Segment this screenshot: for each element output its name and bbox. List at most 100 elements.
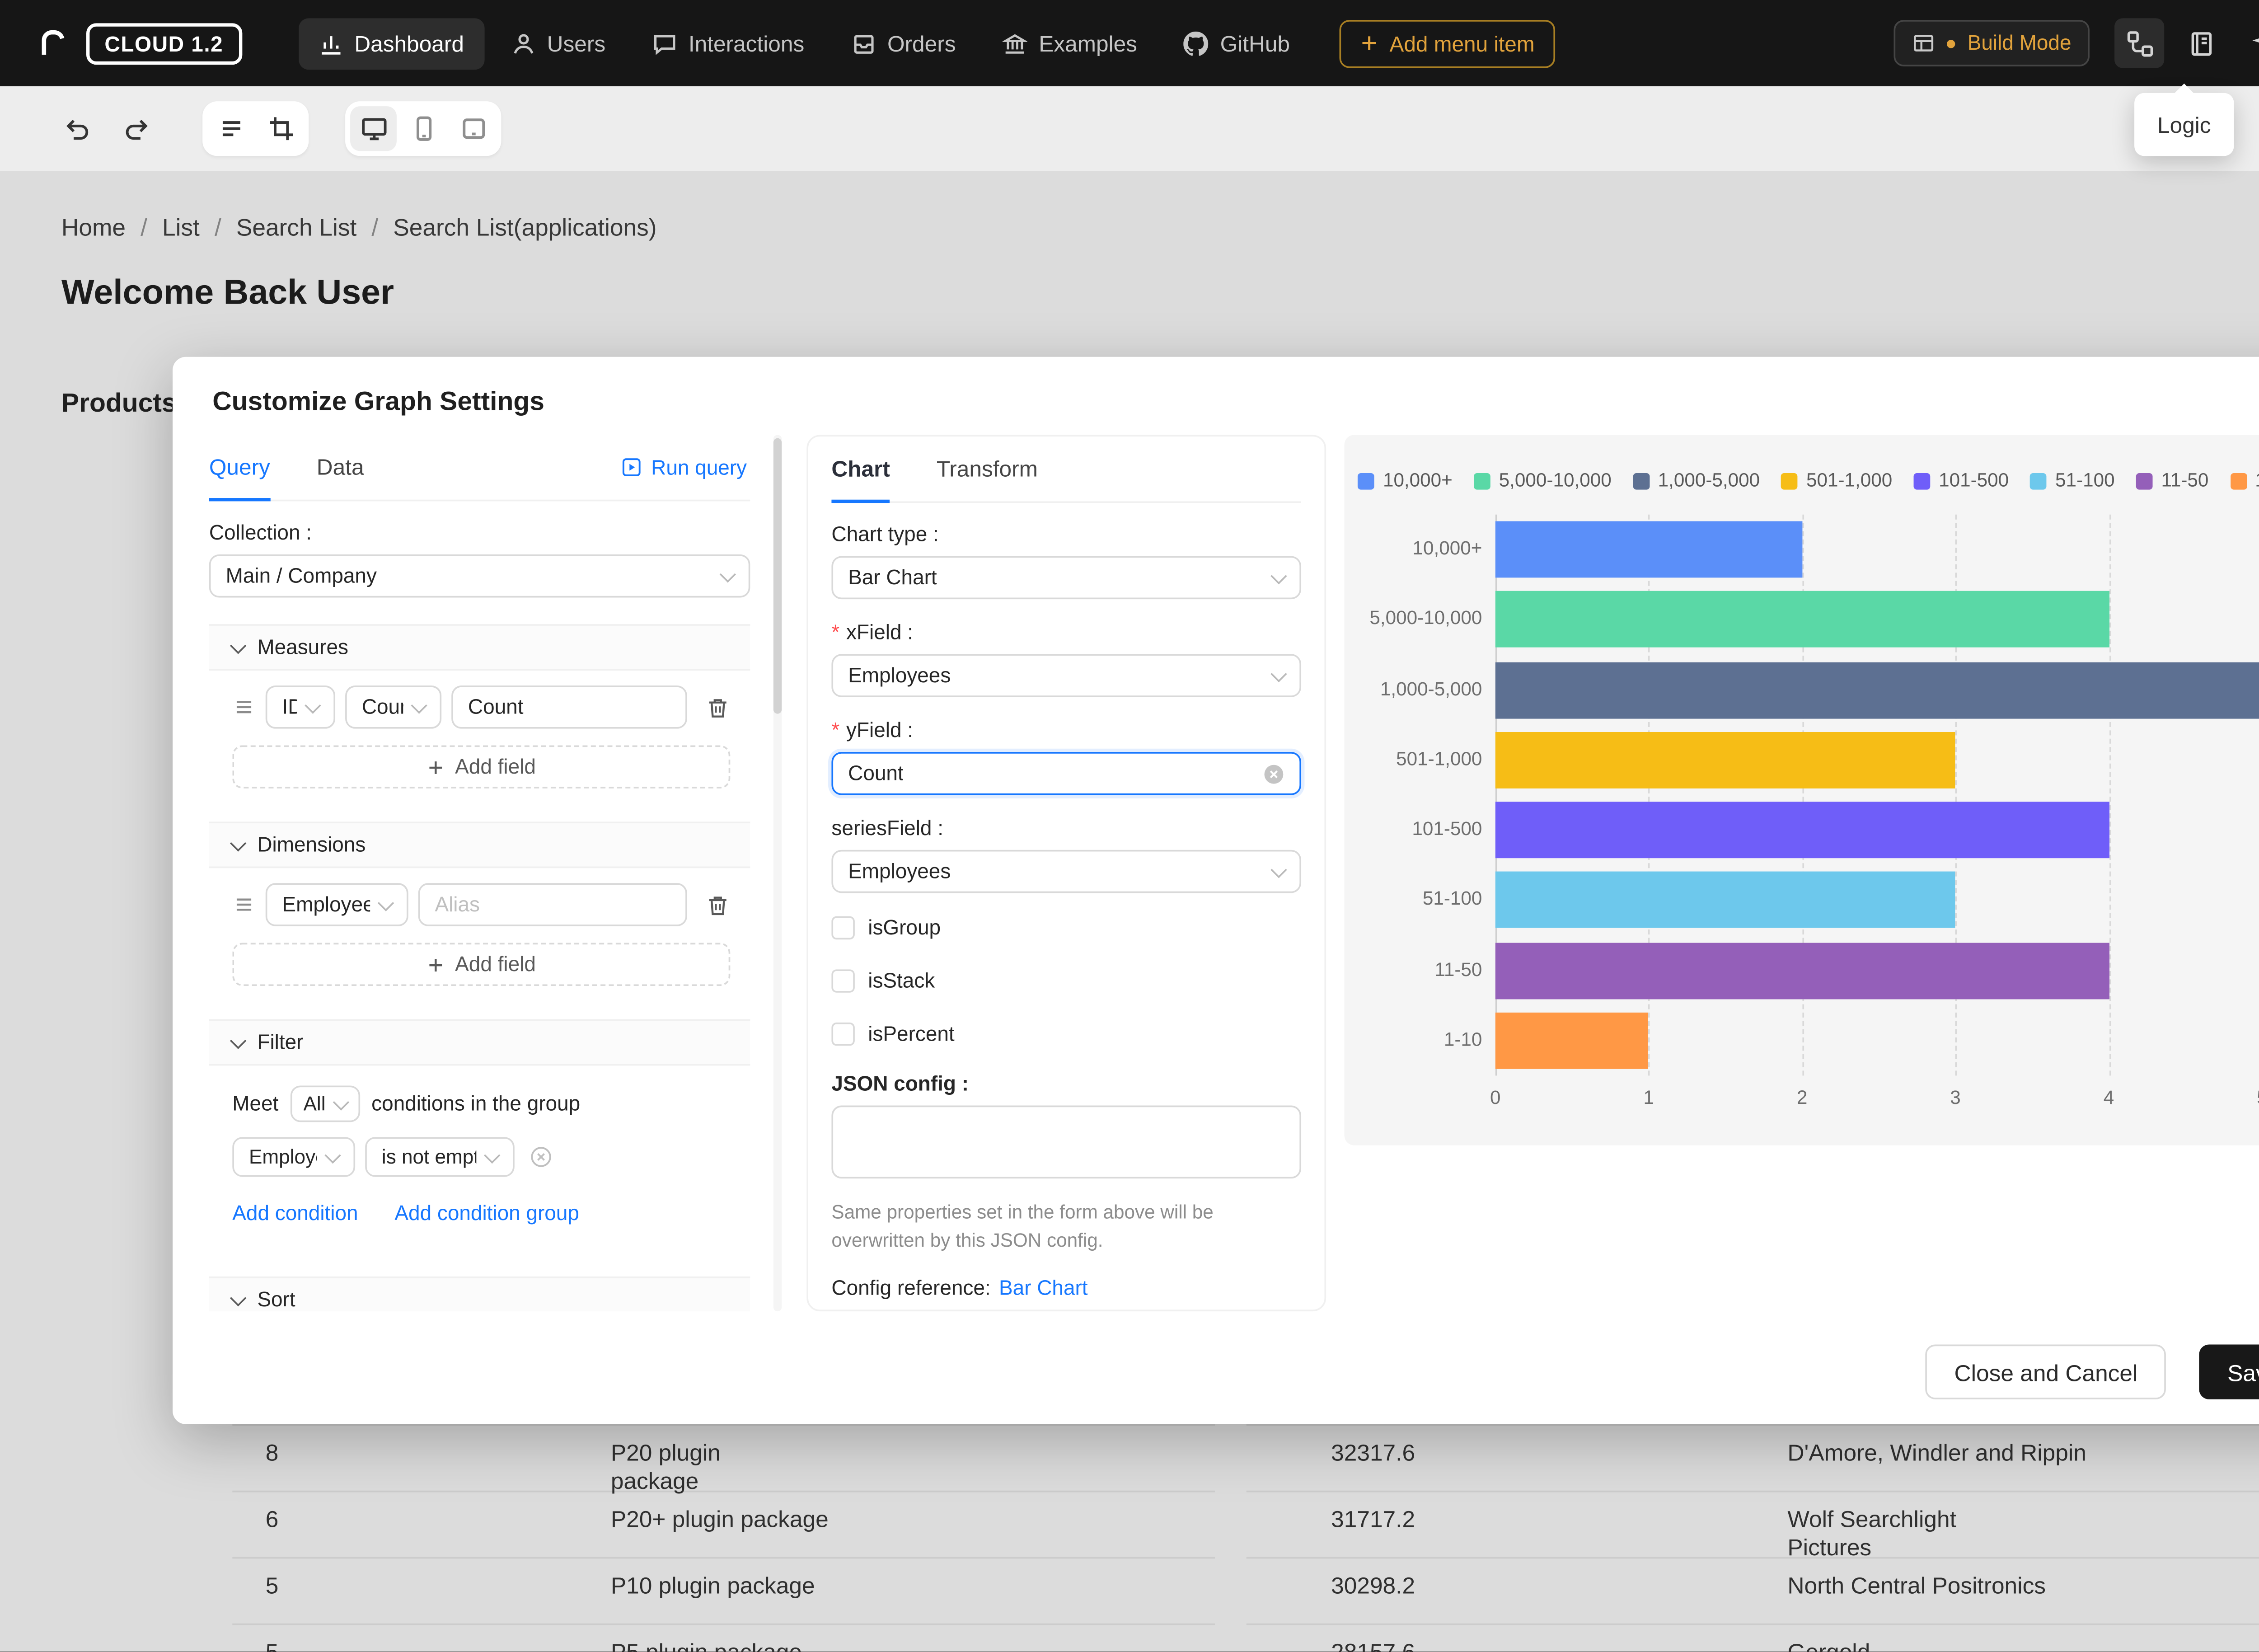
close-and-cancel-button[interactable]: Close and Cancel (1926, 1344, 2166, 1399)
yfield-select[interactable]: Count (831, 752, 1302, 795)
legend-label: 501-1,000 (1806, 471, 1893, 492)
run-query-button[interactable]: Run query (621, 455, 747, 479)
phone-icon (409, 114, 437, 142)
tab-data[interactable]: Data (317, 435, 364, 499)
tablet-preview-button[interactable] (450, 106, 497, 151)
legend-swatch (1633, 473, 1650, 490)
tab-transform[interactable]: Transform (937, 436, 1038, 501)
chevron-down-icon (332, 1093, 349, 1110)
trash-icon[interactable] (705, 695, 730, 719)
legend-item[interactable]: 101-500 (1914, 471, 2009, 491)
redo-button[interactable] (113, 106, 159, 151)
nav-item-dashboard[interactable]: Dashboard (298, 17, 484, 69)
tablet-icon (459, 114, 487, 142)
bar-row: 1-10 (1444, 1005, 2259, 1075)
section-title: Filter (257, 1031, 304, 1054)
add-condition-group-link[interactable]: Add condition group (394, 1202, 579, 1225)
json-config-label: JSON config : (831, 1072, 969, 1096)
measures-section-header[interactable]: Measures (209, 624, 750, 671)
y-axis-label: 1,000-5,000 (1380, 680, 1482, 700)
clear-icon[interactable] (1263, 763, 1285, 784)
chart-type-select[interactable]: Bar Chart (831, 556, 1302, 600)
y-axis-label: 101-500 (1412, 820, 1482, 840)
measure-field-select[interactable]: ID (265, 685, 336, 729)
chevron-down-icon (230, 1289, 247, 1306)
dimensions-section-header[interactable]: Dimensions (209, 821, 750, 868)
seriesfield-select[interactable]: Employees (831, 849, 1302, 893)
logic-button[interactable] (2114, 18, 2165, 68)
x-tick-label: 1 (1643, 1089, 1654, 1109)
user-icon (511, 31, 535, 56)
measure-alias-input[interactable] (451, 685, 687, 729)
tab-chart[interactable]: Chart (831, 436, 890, 503)
query-panel-scrollbar-thumb[interactable] (773, 438, 782, 714)
ispercent-checkbox[interactable] (831, 1022, 855, 1046)
nav-item-label: Examples (1039, 30, 1137, 56)
legend-item[interactable]: 10,000+ (1358, 471, 1453, 491)
legend-item[interactable]: 1-10 (2230, 471, 2259, 491)
isgroup-checkbox-row: isGroup (831, 916, 1301, 940)
sort-section-header[interactable]: Sort (209, 1276, 750, 1312)
outline-view-button[interactable] (207, 106, 254, 151)
data-model-button[interactable] (2176, 18, 2226, 68)
meet-mode-select[interactable]: All (290, 1085, 360, 1122)
mobile-preview-button[interactable] (400, 106, 446, 151)
nav-item-examples[interactable]: Examples (982, 18, 1157, 69)
frame-view-button[interactable] (257, 106, 304, 151)
legend-item[interactable]: 1,000-5,000 (1633, 471, 1760, 491)
nav-item-orders[interactable]: Orders (831, 18, 976, 69)
add-condition-link[interactable]: Add condition (232, 1202, 358, 1225)
dimension-alias-input[interactable] (418, 883, 687, 926)
bar-row: 501-1,000 (1396, 725, 2259, 795)
collection-select[interactable]: Main / Company (209, 554, 750, 598)
nav-item-interactions[interactable]: Interactions (632, 18, 824, 69)
desktop-icon (359, 114, 387, 142)
logic-tooltip: Logic (2134, 93, 2234, 156)
add-menu-item-button[interactable]: Add menu item (1340, 19, 1555, 67)
seriesfield-label: seriesField : (831, 817, 943, 840)
list-icon (216, 114, 244, 142)
query-panel: Query Data Run query Collection : Main /… (209, 435, 750, 1312)
legend-swatch (1781, 473, 1798, 490)
legend-swatch (1914, 473, 1931, 490)
desktop-preview-button[interactable] (350, 106, 397, 151)
tab-query[interactable]: Query (209, 435, 270, 502)
trash-icon[interactable] (705, 892, 730, 917)
app-logo-icon[interactable] (37, 27, 70, 60)
xfield-select[interactable]: Employees (831, 654, 1302, 697)
measure-aggregation-select[interactable]: Count (345, 685, 442, 729)
build-mode-toggle[interactable]: Build Mode (1894, 20, 2090, 66)
legend-item[interactable]: 501-1,000 (1781, 471, 1892, 491)
magic-wand-button[interactable] (2237, 18, 2259, 68)
condition-field-select[interactable]: Employees (232, 1137, 356, 1177)
legend-item[interactable]: 51-100 (2030, 471, 2115, 491)
x-tick-label: 0 (1490, 1089, 1501, 1109)
legend-label: 10,000+ (1383, 471, 1453, 492)
bar-row: 51-100 (1423, 865, 2259, 935)
legend-item[interactable]: 5,000-10,000 (1474, 471, 1612, 491)
drag-handle-icon[interactable] (232, 695, 255, 718)
nav-item-users[interactable]: Users (491, 18, 626, 69)
filter-links: Add condition Add condition group (232, 1202, 750, 1225)
isstack-checkbox[interactable] (831, 969, 855, 993)
ispercent-checkbox-row: isPercent (831, 1022, 1301, 1046)
bar (1495, 872, 1956, 929)
condition-operator-select[interactable]: is not empty (365, 1137, 515, 1177)
remove-condition-icon[interactable] (530, 1145, 553, 1169)
save-button[interactable]: Save (2199, 1344, 2259, 1399)
filter-section-header[interactable]: Filter (209, 1019, 750, 1066)
legend-item[interactable]: 11-50 (2136, 471, 2208, 491)
dimension-field-select[interactable]: Employees (265, 883, 408, 926)
add-measure-field-button[interactable]: Add field (232, 745, 731, 788)
xfield-label: * xField : (831, 620, 914, 644)
nav-item-github[interactable]: GitHub (1164, 18, 1310, 69)
chevron-down-icon (230, 637, 247, 653)
isgroup-checkbox[interactable] (831, 916, 855, 940)
config-reference-link[interactable]: Bar Chart (999, 1277, 1088, 1300)
drag-handle-icon[interactable] (232, 893, 255, 916)
bar (1495, 521, 1802, 578)
undo-button[interactable] (53, 106, 100, 151)
add-dimension-field-button[interactable]: Add field (232, 943, 731, 986)
json-config-textarea[interactable] (831, 1105, 1302, 1179)
legend-label: 51-100 (2055, 471, 2115, 492)
